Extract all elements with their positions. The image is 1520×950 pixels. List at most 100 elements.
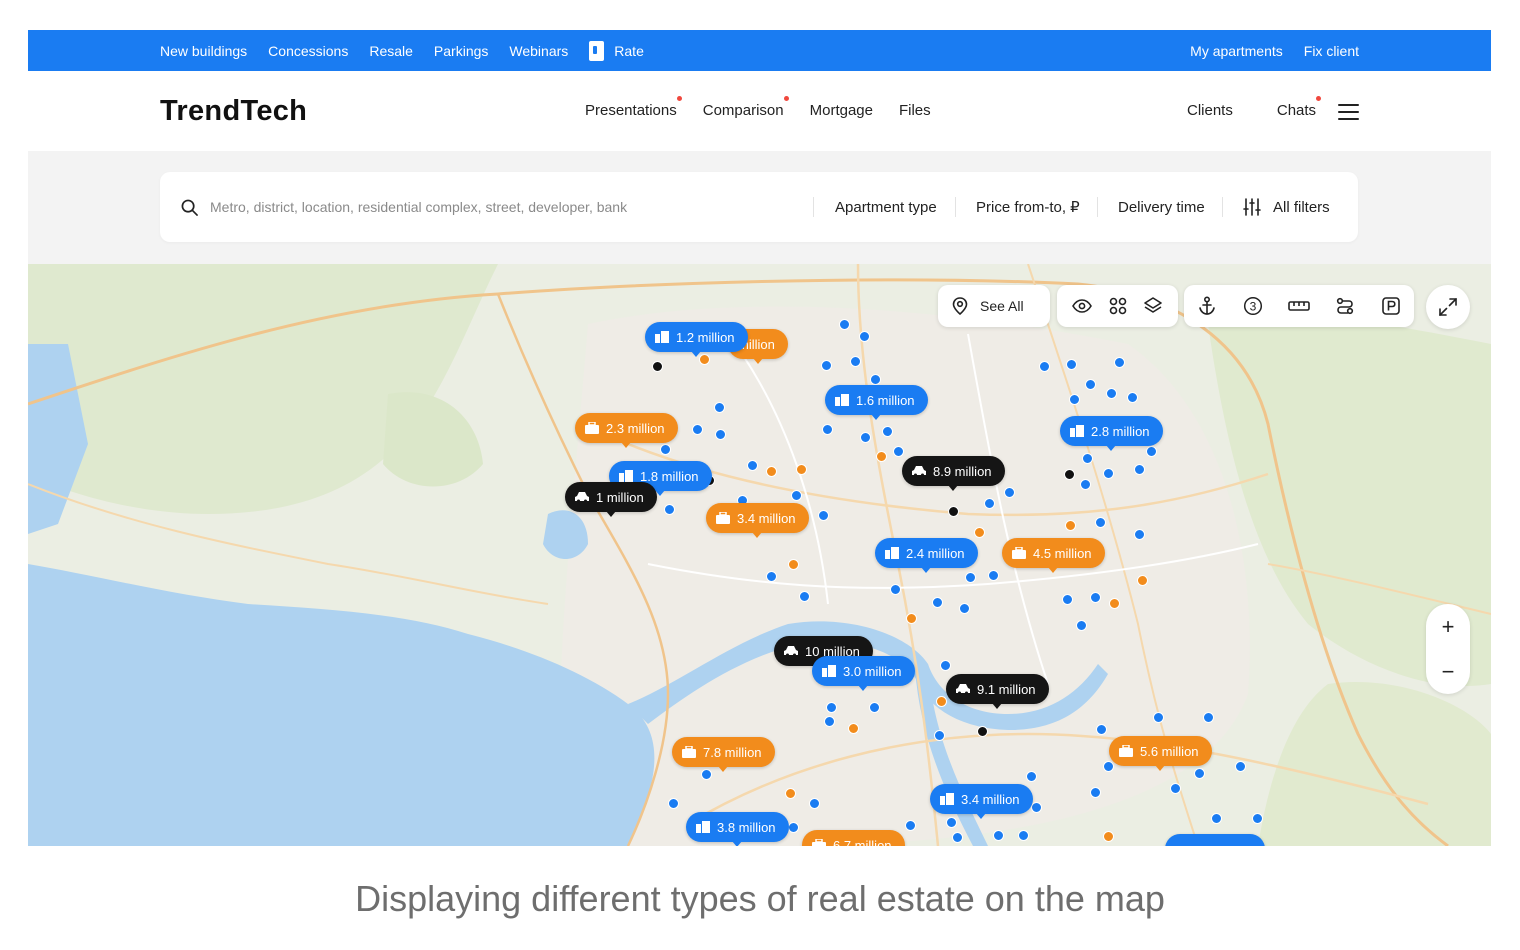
map-marker[interactable]	[1109, 598, 1120, 609]
map[interactable]: million 1.2 million 1.6 million 2.3 mill…	[28, 264, 1491, 846]
price-pill[interactable]: 9.1 million	[946, 674, 1049, 709]
price-pill[interactable]: 3.4 million	[930, 784, 1033, 819]
map-marker[interactable]	[905, 820, 916, 831]
ruler-icon[interactable]	[1282, 285, 1316, 327]
map-marker[interactable]	[1103, 831, 1114, 842]
map-marker[interactable]	[788, 822, 799, 833]
map-marker[interactable]	[1153, 712, 1164, 723]
map-marker[interactable]	[934, 730, 945, 741]
map-marker[interactable]	[791, 490, 802, 501]
nav-presentations[interactable]: Presentations	[585, 96, 682, 119]
map-marker[interactable]	[788, 559, 799, 570]
map-marker[interactable]	[1069, 394, 1080, 405]
map-marker[interactable]	[948, 506, 959, 517]
nav-parkings[interactable]: Parkings	[434, 43, 488, 59]
price-pill[interactable]: 2.8 million	[1060, 416, 1163, 451]
map-marker[interactable]	[1066, 359, 1077, 370]
map-marker[interactable]	[1203, 712, 1214, 723]
map-marker[interactable]	[1004, 487, 1015, 498]
map-marker[interactable]	[1080, 479, 1091, 490]
map-marker[interactable]	[1062, 594, 1073, 605]
map-marker[interactable]	[1065, 520, 1076, 531]
map-marker[interactable]	[1134, 529, 1145, 540]
map-marker[interactable]	[799, 591, 810, 602]
map-marker[interactable]	[936, 696, 947, 707]
map-marker[interactable]	[952, 832, 963, 843]
map-marker[interactable]	[1134, 464, 1145, 475]
map-marker[interactable]	[821, 360, 832, 371]
map-marker[interactable]	[839, 319, 850, 330]
map-marker[interactable]	[1127, 392, 1138, 403]
nav-webinars[interactable]: Webinars	[509, 43, 568, 59]
map-marker[interactable]	[664, 504, 675, 515]
grid-icon[interactable]	[1101, 285, 1135, 327]
price-pill[interactable]: 8.9 million	[902, 456, 1005, 491]
map-marker[interactable]	[822, 424, 833, 435]
map-marker[interactable]	[1106, 388, 1117, 399]
map-marker[interactable]	[668, 798, 679, 809]
map-marker[interactable]	[692, 424, 703, 435]
nav-concessions[interactable]: Concessions	[268, 43, 348, 59]
anchor-icon[interactable]	[1190, 285, 1224, 327]
price-pill[interactable]: 1 million	[565, 482, 657, 517]
map-marker[interactable]	[809, 798, 820, 809]
price-pill[interactable]	[1165, 834, 1265, 846]
map-marker[interactable]	[701, 769, 712, 780]
zoom-in-button[interactable]: +	[1426, 604, 1470, 649]
nav-files[interactable]: Files	[899, 102, 931, 119]
layers-icon[interactable]	[1136, 285, 1170, 327]
search-input[interactable]	[210, 194, 800, 220]
expand-icon[interactable]	[1426, 285, 1470, 329]
map-marker[interactable]	[1146, 446, 1157, 457]
map-marker[interactable]	[766, 466, 777, 477]
map-marker[interactable]	[882, 426, 893, 437]
map-marker[interactable]	[785, 788, 796, 799]
see-all-button[interactable]: See All	[938, 285, 1050, 327]
map-marker[interactable]	[714, 402, 725, 413]
map-marker[interactable]	[906, 613, 917, 624]
price-pill[interactable]: 6.7 million	[802, 830, 905, 846]
map-marker[interactable]	[818, 510, 829, 521]
number-3-icon[interactable]: 3	[1236, 285, 1270, 327]
nav-fix-client[interactable]: Fix client	[1304, 43, 1359, 59]
nav-rate[interactable]: Rate	[589, 40, 644, 61]
map-marker[interactable]	[1076, 620, 1087, 631]
price-pill[interactable]: 5.6 million	[1109, 736, 1212, 771]
eye-icon[interactable]	[1065, 285, 1099, 327]
nav-comparison[interactable]: Comparison	[703, 96, 789, 119]
map-marker[interactable]	[1252, 813, 1263, 824]
price-pill[interactable]: 2.3 million	[575, 413, 678, 448]
price-pill[interactable]: 2.4 million	[875, 538, 978, 573]
map-marker[interactable]	[946, 817, 957, 828]
map-marker[interactable]	[1096, 724, 1107, 735]
map-marker[interactable]	[1039, 361, 1050, 372]
zoom-out-button[interactable]: −	[1426, 649, 1470, 694]
price-pill[interactable]: 4.5 million	[1002, 538, 1105, 573]
map-marker[interactable]	[824, 716, 835, 727]
map-marker[interactable]	[859, 331, 870, 342]
price-pill[interactable]: 3.8 million	[686, 812, 789, 846]
map-marker[interactable]	[890, 584, 901, 595]
nav-my-apartments[interactable]: My apartments	[1190, 43, 1283, 59]
map-marker[interactable]	[1064, 469, 1075, 480]
map-marker[interactable]	[1103, 468, 1114, 479]
filter-delivery-time[interactable]: Delivery time	[1118, 192, 1205, 222]
all-filters-button[interactable]: All filters	[1243, 192, 1330, 222]
map-marker[interactable]	[1137, 575, 1148, 586]
map-marker[interactable]	[977, 726, 988, 737]
menu-icon[interactable]	[1338, 104, 1359, 120]
map-marker[interactable]	[1170, 783, 1181, 794]
filter-apartment-type[interactable]: Apartment type	[835, 192, 937, 222]
map-marker[interactable]	[965, 572, 976, 583]
parking-icon[interactable]	[1374, 285, 1408, 327]
map-marker[interactable]	[984, 498, 995, 509]
map-marker[interactable]	[1235, 761, 1246, 772]
nav-clients[interactable]: Clients	[1187, 102, 1233, 119]
price-pill[interactable]: 3.0 million	[812, 656, 915, 691]
map-marker[interactable]	[860, 432, 871, 443]
map-marker[interactable]	[893, 446, 904, 457]
map-marker[interactable]	[826, 702, 837, 713]
price-pill[interactable]: 7.8 million	[672, 737, 775, 772]
map-marker[interactable]	[848, 723, 859, 734]
map-marker[interactable]	[715, 429, 726, 440]
